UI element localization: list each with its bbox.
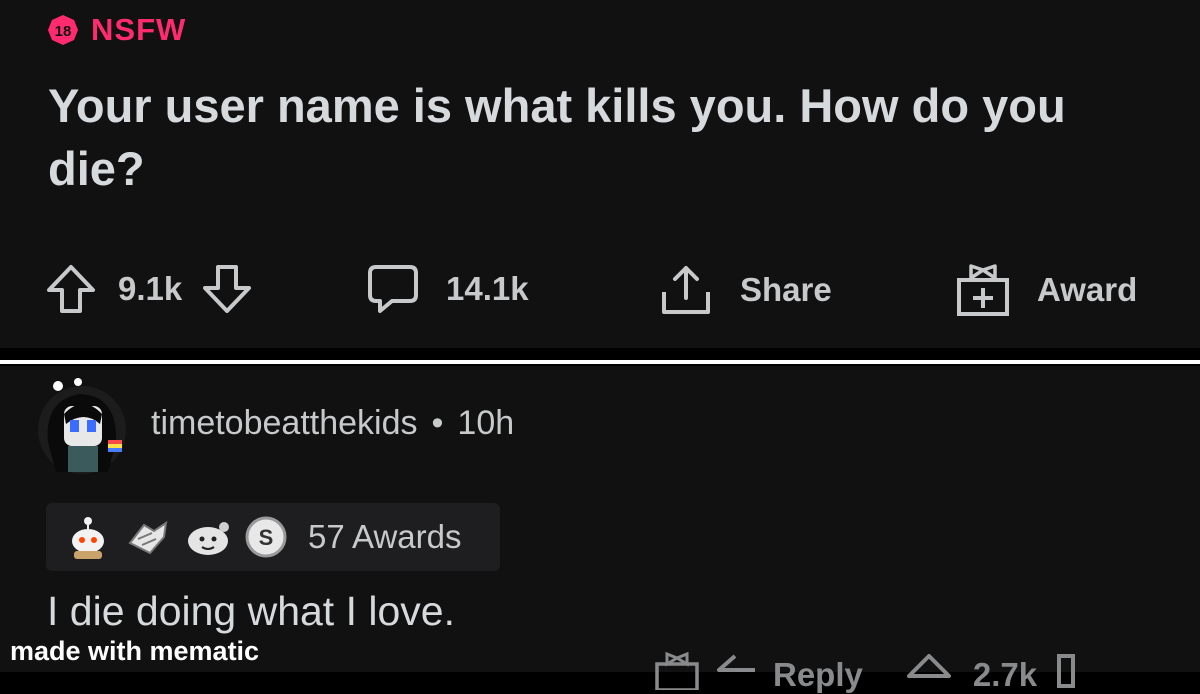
divider — [0, 360, 1200, 364]
nsfw-label: NSFW — [91, 12, 187, 47]
meta-separator: • — [431, 404, 444, 442]
comment-icon — [368, 265, 418, 313]
vote-bar: 9.1k — [44, 262, 254, 316]
reddit-gold-award-icon — [72, 517, 104, 559]
downvote-icon[interactable] — [200, 262, 254, 316]
svg-text:S: S — [259, 525, 274, 550]
award-icon — [957, 264, 1009, 316]
silver-award-icon: S — [245, 516, 287, 558]
downvote-icon[interactable] — [1051, 650, 1081, 690]
comment-action-bar: Reply 2.7k — [655, 650, 1081, 694]
avatar-icon — [38, 378, 126, 474]
svg-text:18: 18 — [55, 23, 72, 40]
comment-author[interactable]: timetobeatthekids — [151, 404, 418, 442]
awards-count: 57 Awards — [308, 518, 462, 555]
helpful-award-icon — [188, 522, 229, 555]
comment-meta: timetobeatthekids • 10h — [151, 404, 514, 443]
share-button[interactable]: Share — [658, 262, 832, 318]
post-title[interactable]: Your user name is what kills you. How do… — [48, 74, 1158, 200]
award-button[interactable]: Award — [955, 262, 1137, 318]
award-label: Award — [1037, 271, 1138, 308]
comment-vote: 2.7k — [905, 650, 1081, 694]
share-icon — [662, 266, 710, 314]
comment-body: I die doing what I love. — [47, 588, 455, 634]
avatar[interactable] — [34, 378, 130, 474]
reply-icon — [717, 654, 755, 672]
wholesome-award-icon — [128, 520, 168, 555]
post-card: 18 NSFW Your user name is what kills you… — [0, 0, 1200, 348]
reply-button[interactable]: Reply — [713, 650, 863, 694]
comments-button[interactable]: 14.1k — [366, 262, 529, 316]
upvote-icon[interactable] — [905, 650, 953, 690]
reply-label: Reply — [773, 656, 863, 693]
awards-strip[interactable]: S 57 Awards — [46, 503, 500, 571]
nsfw-18-icon: 18 — [48, 15, 78, 45]
upvote-icon[interactable] — [44, 262, 98, 316]
comment-age: 10h — [457, 404, 515, 442]
award-icon[interactable] — [655, 650, 699, 690]
share-label: Share — [740, 271, 832, 308]
comment-vote-count: 2.7k — [972, 656, 1038, 693]
comment-count: 14.1k — [446, 270, 529, 307]
post-vote-count: 9.1k — [118, 270, 183, 307]
watermark: made with mematic — [10, 636, 260, 666]
comment-card: timetobeatthekids • 10h S 57 Awards I die — [0, 366, 1200, 672]
nsfw-tag: 18 NSFW — [47, 12, 186, 48]
